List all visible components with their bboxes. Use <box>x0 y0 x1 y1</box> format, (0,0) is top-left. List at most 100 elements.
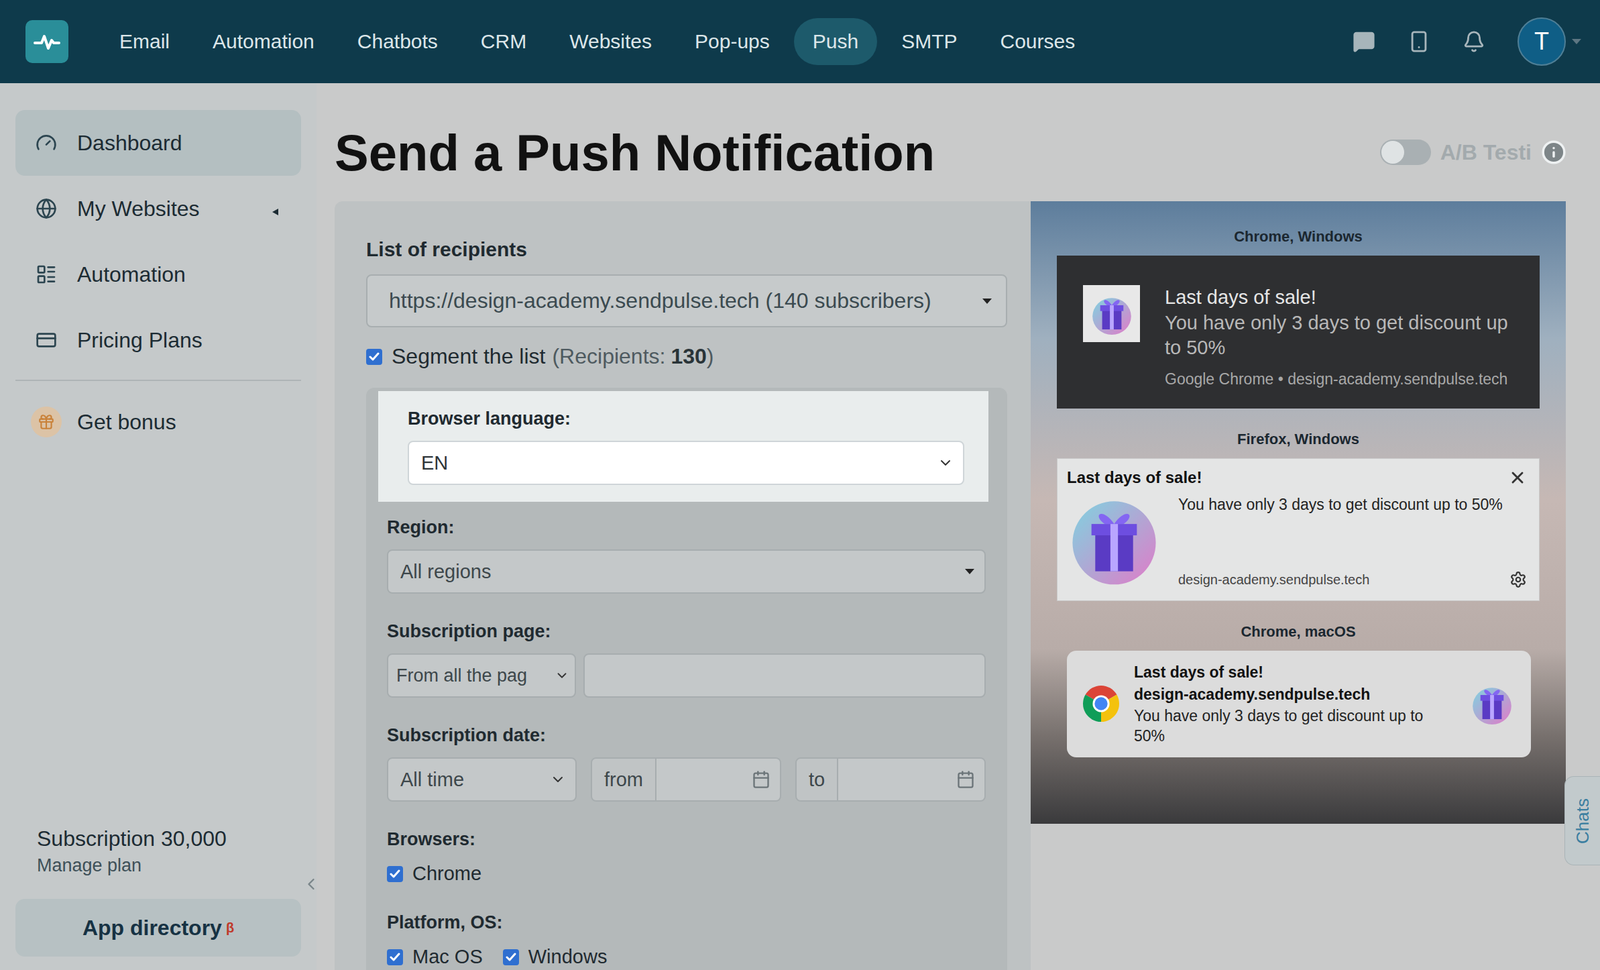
logo[interactable] <box>25 20 69 64</box>
filter-group: Browsers: Chrome <box>386 827 986 885</box>
notification-source: design-academy.sendpulse.tech <box>1133 683 1455 706</box>
checkbox-option[interactable]: Mac OS <box>386 945 483 968</box>
ab-testing: A/B Testi <box>1380 139 1567 165</box>
nav-item[interactable]: Websites <box>550 18 671 66</box>
chat-icon[interactable] <box>1352 30 1376 53</box>
checkbox[interactable] <box>502 948 520 965</box>
ab-label: A/B Testi <box>1440 140 1532 165</box>
collapsed-caret-icon <box>270 207 281 216</box>
page-select[interactable]: From all the pag <box>386 653 577 698</box>
form-panel: List of recipients https://design-academy… <box>334 201 1031 970</box>
page-input[interactable] <box>583 653 986 698</box>
bell-icon[interactable] <box>1462 30 1486 53</box>
firefox-windows-notification: Last days of sale! You have only 3 days t… <box>1056 458 1540 601</box>
checkbox[interactable] <box>386 865 404 882</box>
automation-list-icon <box>35 263 57 285</box>
date-from-field[interactable]: from <box>590 757 782 802</box>
nav-item[interactable]: Pop-ups <box>675 18 789 66</box>
gear-icon[interactable] <box>1509 570 1527 589</box>
check-icon <box>389 869 401 879</box>
language-select[interactable]: EN <box>407 440 965 485</box>
highlighted-filter: Browser language: EN <box>378 390 989 502</box>
filter-group: Subscription page: From all the pag <box>386 619 986 698</box>
filter-label: Subscription date: <box>386 723 986 747</box>
notification-body: You have only 3 days to get discount up … <box>1164 310 1514 361</box>
checkbox-option[interactable]: Chrome <box>386 862 482 885</box>
date-to-field[interactable]: to <box>795 757 986 802</box>
filter-group: Region: All regions <box>386 515 986 594</box>
chats-tab[interactable]: Chats <box>1564 775 1600 866</box>
sidebar-item[interactable]: Dashboard <box>15 109 302 176</box>
recipients-select[interactable]: https://design-academy.sendpulse.tech (1… <box>366 274 1008 328</box>
date-range-select[interactable]: All time <box>386 757 577 802</box>
check-icon <box>389 952 401 962</box>
page-title: Send a Push Notification <box>334 123 935 182</box>
pricing-card-icon <box>35 329 57 351</box>
filter-label: Browser language: <box>407 407 965 430</box>
notification-body: You have only 3 days to get discount up … <box>1133 706 1455 747</box>
calendar-icon[interactable] <box>956 769 976 789</box>
filter-group: Platform, OS: Mac OS Windows <box>386 910 986 968</box>
notification-title: Last days of sale! <box>1066 468 1202 487</box>
subscription-label: Subscription 30,000 <box>15 826 302 851</box>
nav-item[interactable]: SMTP <box>882 18 976 66</box>
segment-panel: Browser language: EN Region: All regions Sub… <box>366 387 1008 970</box>
filter-label: Region: <box>386 515 986 539</box>
ab-toggle[interactable] <box>1380 139 1432 165</box>
checkbox[interactable] <box>366 348 383 365</box>
collapse-chevron-icon[interactable] <box>301 874 321 894</box>
caret-down-icon <box>1571 37 1582 46</box>
close-icon[interactable] <box>1508 468 1527 487</box>
check-icon <box>368 352 380 362</box>
info-icon[interactable] <box>1540 139 1567 165</box>
nav-item[interactable]: Courses <box>981 18 1095 66</box>
date-to-label: to <box>796 758 839 800</box>
notification-title: Last days of sale! <box>1164 284 1514 311</box>
nav-item[interactable]: CRM <box>462 18 546 66</box>
checkbox[interactable] <box>386 948 404 965</box>
account-menu[interactable]: T <box>1517 17 1582 66</box>
recipients-count: (Recipients:130) <box>551 344 714 369</box>
pulse-logo-icon <box>32 26 62 57</box>
nav-item[interactable]: Push <box>793 18 878 66</box>
filter-label: Browsers: <box>386 827 986 851</box>
gift-icon <box>1066 493 1162 589</box>
avatar[interactable]: T <box>1517 17 1566 66</box>
nav-item[interactable]: Automation <box>193 18 334 66</box>
filter-label: Platform, OS: <box>386 910 986 934</box>
check-icon <box>505 952 517 962</box>
chevron-down-icon <box>549 771 566 788</box>
calendar-icon[interactable] <box>751 769 771 789</box>
preview-label: Chrome, Windows <box>1056 227 1540 246</box>
sidebar-item[interactable]: My Websites <box>15 175 302 242</box>
chevron-down-icon <box>554 667 570 683</box>
region-select[interactable]: All regions <box>386 549 986 594</box>
sidebar-item[interactable]: Pricing Plans <box>15 307 302 373</box>
gift-icon <box>1467 679 1517 728</box>
phone-icon[interactable] <box>1407 30 1431 53</box>
beta-badge: β <box>225 920 235 936</box>
notification-body: You have only 3 days to get discount up … <box>1178 493 1527 516</box>
app-directory-button[interactable]: App directoryβ <box>15 898 302 957</box>
preview-label: Chrome, macOS <box>1056 622 1540 641</box>
filter-label: Subscription page: <box>386 619 986 643</box>
top-nav: EmailAutomationChatbotsCRMWebsitesPop-up… <box>0 0 1600 84</box>
nav-item[interactable]: Chatbots <box>338 18 457 66</box>
dashboard-gauge-icon <box>35 132 57 154</box>
sidebar-item[interactable]: Automation <box>15 241 302 308</box>
segment-checkbox-row[interactable]: Segment the list(Recipients:130) <box>366 344 1008 369</box>
manage-plan-link[interactable]: Manage plan <box>15 854 302 876</box>
websites-globe-icon <box>35 197 57 220</box>
chrome-macos-notification: Last days of sale!design-academy.sendpul… <box>1066 650 1531 757</box>
checkbox-option[interactable]: Windows <box>502 945 608 968</box>
dropdown-arrow-icon <box>981 297 993 306</box>
sidebar-divider <box>15 379 302 381</box>
sidebar: DashboardMy WebsitesAutomationPricing Pl… <box>0 83 317 970</box>
gift-icon <box>1087 289 1136 338</box>
nav-item[interactable]: Email <box>100 18 189 66</box>
chrome-logo-icon <box>1081 683 1121 723</box>
dropdown-arrow-icon <box>964 567 976 576</box>
chevron-down-icon <box>937 454 954 471</box>
bonus-item[interactable]: Get bonus <box>15 388 302 455</box>
recipients-label: List of recipients <box>366 238 1008 261</box>
